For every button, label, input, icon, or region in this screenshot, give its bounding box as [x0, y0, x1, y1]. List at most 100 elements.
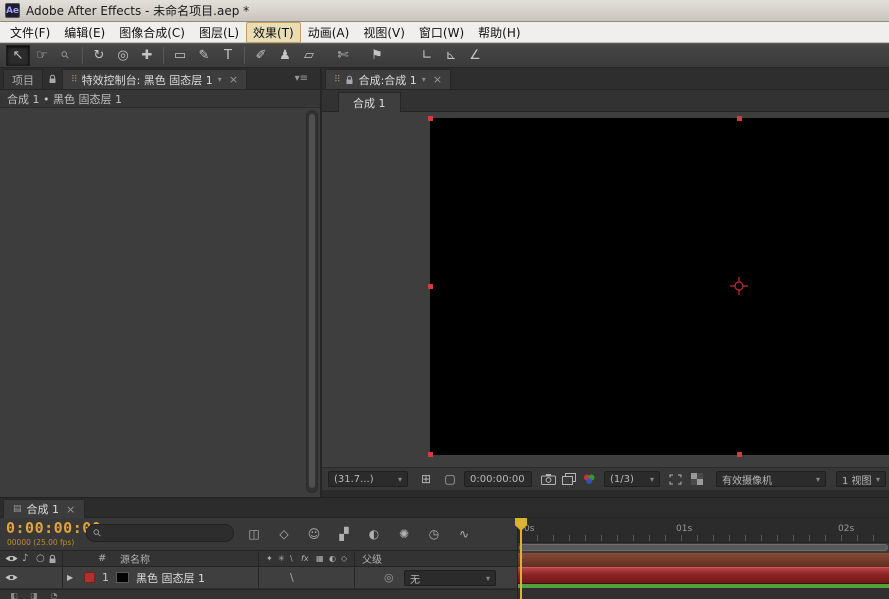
- chevron-down-icon[interactable]: ▾: [218, 75, 222, 84]
- close-icon[interactable]: ×: [66, 503, 75, 516]
- menu-animation[interactable]: 动画(A): [301, 22, 357, 43]
- vertical-scrollbar[interactable]: [306, 110, 318, 493]
- lock-icon[interactable]: [345, 75, 354, 85]
- menu-edit[interactable]: 编辑(E): [57, 22, 112, 43]
- toolbar-separator: [82, 47, 83, 64]
- tab-composition[interactable]: ⠿ 合成:合成 1 ▾ ×: [325, 69, 451, 89]
- motion-blur-button[interactable]: ◐: [363, 525, 385, 543]
- eraser-tool[interactable]: ▱: [297, 45, 321, 66]
- expand-transfer-controls-button[interactable]: ◨: [26, 591, 42, 599]
- graph-editor-button[interactable]: ∿: [453, 525, 475, 543]
- titlebar[interactable]: Ae Adobe After Effects - 未命名项目.aep *: [0, 0, 889, 22]
- menu-window[interactable]: 窗口(W): [412, 22, 471, 43]
- viewer-tab-strip: 合成 1: [322, 90, 889, 112]
- viewer-footer-strip: [322, 490, 889, 497]
- expand-layer-switches-button[interactable]: ◧: [6, 591, 22, 599]
- time-ruler[interactable]: 0s 01s 02s: [518, 518, 889, 543]
- roto-brush-tool[interactable]: ✄: [331, 45, 355, 66]
- effect-controls-content[interactable]: [0, 108, 320, 497]
- hide-shy-layers-button[interactable]: ☺: [303, 525, 325, 543]
- show-snapshot-button[interactable]: [560, 471, 578, 487]
- scrollbar-thumb[interactable]: [309, 114, 315, 488]
- auto-keyframe-button[interactable]: ◷: [423, 525, 445, 543]
- eye-icon: [5, 573, 18, 582]
- layer-label-color[interactable]: [84, 567, 95, 588]
- transparency-grid-button[interactable]: [688, 471, 706, 487]
- view-layout-dropdown[interactable]: 1 视图 ▾: [836, 471, 886, 487]
- unified-camera-tool[interactable]: ◎: [111, 45, 135, 66]
- composition-viewer[interactable]: [322, 112, 889, 467]
- comp-mini-flowchart-button[interactable]: ◫: [243, 525, 265, 543]
- zoom-tool[interactable]: ⚲: [54, 45, 78, 66]
- rotation-tool[interactable]: ↻: [87, 45, 111, 66]
- comp-handle-bottom-left[interactable]: [428, 452, 433, 457]
- timeline-tab[interactable]: ▤ 合成 1 ×: [3, 499, 85, 518]
- viewer-timecode-field[interactable]: 0:00:00:00: [464, 471, 532, 487]
- chevron-down-icon: ▾: [876, 475, 880, 484]
- layer-visibility-toggle[interactable]: [5, 567, 18, 588]
- close-icon[interactable]: ×: [229, 73, 238, 86]
- pen-tool[interactable]: ✎: [192, 45, 216, 66]
- graph-editor-icon: ∿: [459, 527, 469, 541]
- resolution-dropdown[interactable]: (1/3) ▾: [604, 471, 660, 487]
- menu-effect[interactable]: 效果(T): [246, 22, 301, 43]
- layer-name[interactable]: 黑色 固态层 1: [136, 567, 205, 588]
- view-axis-icon: ∠: [469, 48, 481, 63]
- search-input[interactable]: ⚲: [86, 524, 234, 542]
- menu-help[interactable]: 帮助(H): [471, 22, 527, 43]
- brainstorm-icon: ✺: [399, 527, 409, 541]
- layer-expander[interactable]: ▶: [67, 567, 73, 588]
- layer-quality-toggle[interactable]: \: [290, 567, 294, 588]
- pan-behind-tool-icon: ✚: [142, 48, 153, 63]
- view-axis-mode-button[interactable]: ∠: [463, 45, 487, 66]
- type-tool[interactable]: T: [216, 45, 240, 66]
- magnification-dropdown[interactable]: (31.7...) ▾: [328, 471, 408, 487]
- puppet-pin-tool[interactable]: ⚑: [365, 45, 389, 66]
- selection-tool[interactable]: ↖: [6, 45, 30, 66]
- comp-handle-top-center[interactable]: [737, 116, 742, 121]
- panel-menu-icon[interactable]: ▾≡: [295, 73, 308, 84]
- take-snapshot-button[interactable]: [538, 471, 558, 487]
- parent-dropdown[interactable]: 无 ▾: [404, 570, 496, 586]
- anchor-point-crosshair[interactable]: [728, 275, 750, 297]
- lock-icon[interactable]: [48, 74, 57, 84]
- active-camera-dropdown[interactable]: 有效摄像机 ▾: [716, 471, 826, 487]
- layer-duration-bar[interactable]: [518, 567, 889, 584]
- menu-file[interactable]: 文件(F): [3, 22, 57, 43]
- menu-view[interactable]: 视图(V): [356, 22, 412, 43]
- time-navigator-bar[interactable]: [519, 544, 888, 551]
- comp-handle-top-left[interactable]: [428, 116, 433, 121]
- parent-pick-whip-icon[interactable]: ◎: [384, 567, 394, 588]
- menu-composition[interactable]: 图像合成(C): [112, 22, 192, 43]
- pan-behind-tool[interactable]: ✚: [135, 45, 159, 66]
- world-axis-mode-button[interactable]: ⊾: [439, 45, 463, 66]
- mask-rectangle-tool[interactable]: ▭: [168, 45, 192, 66]
- menu-layer[interactable]: 图层(L): [192, 22, 246, 43]
- comp-handle-bottom-center[interactable]: [737, 452, 742, 457]
- clone-stamp-tool[interactable]: ♟: [273, 45, 297, 66]
- mask-visibility-button[interactable]: ▢: [440, 471, 460, 487]
- local-axis-mode-button[interactable]: ∟: [415, 45, 439, 66]
- show-channels-button[interactable]: [580, 471, 598, 487]
- label-color-swatch[interactable]: [84, 572, 95, 583]
- timeline-bottom-strip: ◧ ◨ ◔: [0, 589, 517, 599]
- effect-controls-tab-label: 特效控制台: 黑色 固态层 1: [82, 72, 213, 88]
- expand-in-out-button[interactable]: ◔: [46, 591, 62, 599]
- hand-tool[interactable]: ☞: [30, 45, 54, 66]
- comp-viewer-tab[interactable]: 合成 1: [338, 92, 401, 112]
- comp-handle-middle-left[interactable]: [428, 284, 433, 289]
- chevron-down-icon[interactable]: ▾: [422, 75, 426, 84]
- brainstorm-button[interactable]: ✺: [393, 525, 415, 543]
- safe-frames-button[interactable]: ⊞: [416, 471, 436, 487]
- view-layout-value: 1 视图: [842, 472, 872, 487]
- composition-canvas[interactable]: [430, 118, 889, 455]
- draft-3d-button[interactable]: ◇: [273, 525, 295, 543]
- layer-row[interactable]: ▶ 1 黑色 固态层 1 \ ◎ 无 ▾: [0, 567, 517, 589]
- frame-blending-button[interactable]: ▞: [333, 525, 355, 543]
- tab-grip-icon: ⠿: [334, 75, 340, 85]
- brush-tool[interactable]: ✐: [249, 45, 273, 66]
- tab-project[interactable]: 项目: [3, 69, 43, 89]
- tab-effect-controls[interactable]: ⠿ 特效控制台: 黑色 固态层 1 ▾ ×: [62, 69, 247, 89]
- close-icon[interactable]: ×: [433, 73, 442, 86]
- region-of-interest-button[interactable]: [666, 471, 684, 487]
